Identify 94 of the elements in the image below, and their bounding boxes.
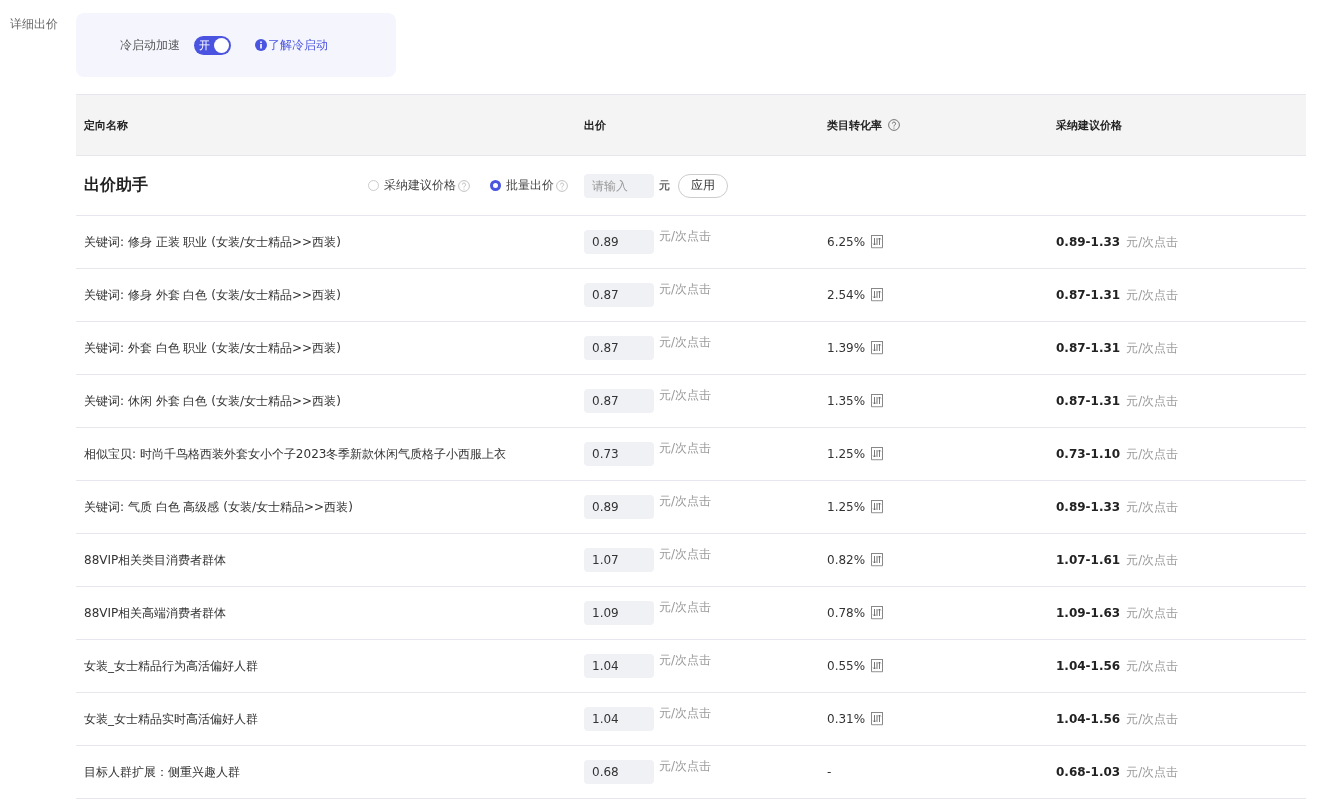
trend-chart-icon[interactable] <box>871 606 884 620</box>
trend-chart-icon[interactable] <box>871 712 884 726</box>
bid-unit: 元/次点击 <box>659 652 712 669</box>
price-unit: 元/次点击 <box>1126 233 1179 251</box>
help-icon <box>458 179 470 192</box>
bid-input[interactable]: 0.89 <box>584 495 654 519</box>
target-name: 关键词: 休闲 外套 白色 (女装/女士精品>>西装) <box>84 392 341 410</box>
bid-unit: 元/次点击 <box>659 599 712 616</box>
bid-input[interactable]: 0.73 <box>584 442 654 466</box>
price-unit: 元/次点击 <box>1126 710 1179 728</box>
unit-label: 元 <box>659 178 670 193</box>
info-icon <box>255 39 267 51</box>
section-label: 详细出价 <box>10 16 59 33</box>
conversion-rate: 1.25% <box>827 500 866 514</box>
bid-unit: 元/次点击 <box>659 387 712 404</box>
column-header: 类目转化率 <box>827 117 882 133</box>
trend-chart-icon[interactable] <box>871 447 884 461</box>
column-header: 出价 <box>584 117 606 133</box>
conversion-rate: 1.25% <box>827 447 866 461</box>
suggested-price: 0.87-1.31 <box>1056 341 1121 355</box>
conversion-rate: 0.82% <box>827 553 866 567</box>
trend-chart-icon[interactable] <box>871 288 884 302</box>
bid-unit: 元/次点击 <box>659 758 712 775</box>
apply-button[interactable]: 应用 <box>678 173 728 198</box>
suggested-price: 0.68-1.03 <box>1056 765 1121 779</box>
price-unit: 元/次点击 <box>1126 498 1179 516</box>
column-header: 采纳建议价格 <box>1056 117 1122 133</box>
price-unit: 元/次点击 <box>1126 392 1179 410</box>
price-unit: 元/次点击 <box>1126 763 1179 781</box>
target-name: 88VIP相关高端消费者群体 <box>84 604 227 622</box>
cold-start-toggle[interactable]: 开 <box>194 35 231 55</box>
suggested-price: 0.89-1.33 <box>1056 235 1121 249</box>
conversion-rate: - <box>827 765 832 779</box>
bid-assistant-title: 出价助手 <box>84 175 149 196</box>
learn-cold-start-link[interactable]: 了解冷启动 <box>268 36 328 54</box>
bid-unit: 元/次点击 <box>659 334 712 351</box>
suggested-price: 1.04-1.56 <box>1056 659 1121 673</box>
price-unit: 元/次点击 <box>1126 445 1179 463</box>
price-unit: 元/次点击 <box>1126 657 1179 675</box>
bid-unit: 元/次点击 <box>659 705 712 722</box>
conversion-rate: 6.25% <box>827 235 866 249</box>
help-icon <box>888 119 900 131</box>
trend-chart-icon[interactable] <box>871 394 884 408</box>
column-header: 定向名称 <box>84 117 128 133</box>
bid-input[interactable]: 1.07 <box>584 548 654 572</box>
suggested-price: 1.09-1.63 <box>1056 606 1121 620</box>
cold-start-label: 冷启动加速 <box>120 36 180 54</box>
conversion-rate: 0.78% <box>827 606 866 620</box>
target-name: 女装_女士精品行为高活偏好人群 <box>84 657 258 675</box>
suggested-price: 0.89-1.33 <box>1056 500 1121 514</box>
suggested-price: 0.87-1.31 <box>1056 288 1121 302</box>
trend-chart-icon[interactable] <box>871 341 884 355</box>
target-name: 关键词: 外套 白色 职业 (女装/女士精品>>西装) <box>84 339 341 357</box>
conversion-rate: 2.54% <box>827 288 866 302</box>
trend-chart-icon[interactable] <box>871 235 884 249</box>
trend-chart-icon[interactable] <box>871 500 884 514</box>
bid-unit: 元/次点击 <box>659 228 712 245</box>
bid-input[interactable]: 0.68 <box>584 760 654 784</box>
conversion-rate: 1.39% <box>827 341 866 355</box>
bid-input[interactable]: 0.89 <box>584 230 654 254</box>
trend-chart-icon[interactable] <box>871 659 884 673</box>
target-name: 目标人群扩展：侧重兴趣人群 <box>84 763 240 781</box>
bid-input[interactable]: 0.87 <box>584 336 654 360</box>
bid-unit: 元/次点击 <box>659 493 712 510</box>
bid-unit: 元/次点击 <box>659 440 712 457</box>
radio-option[interactable]: 批量出价 <box>490 177 554 194</box>
price-unit: 元/次点击 <box>1126 339 1179 357</box>
suggested-price: 0.73-1.10 <box>1056 447 1121 461</box>
suggested-price: 1.04-1.56 <box>1056 712 1121 726</box>
suggested-price: 0.87-1.31 <box>1056 394 1121 408</box>
bid-input[interactable]: 1.04 <box>584 654 654 678</box>
target-name: 相似宝贝: 时尚千鸟格西装外套女小个子2023冬季新款休闲气质格子小西服上衣 <box>84 445 507 463</box>
conversion-rate: 0.31% <box>827 712 866 726</box>
price-unit: 元/次点击 <box>1126 551 1179 569</box>
batch-bid-input[interactable]: 请输入 <box>584 173 654 198</box>
target-name: 88VIP相关类目消费者群体 <box>84 551 227 569</box>
conversion-rate: 0.55% <box>827 659 866 673</box>
price-unit: 元/次点击 <box>1126 604 1179 622</box>
trend-chart-icon[interactable] <box>871 553 884 567</box>
radio-option[interactable]: 采纳建议价格 <box>368 177 456 194</box>
target-name: 关键词: 修身 正装 职业 (女装/女士精品>>西装) <box>84 233 341 251</box>
target-name: 关键词: 修身 外套 白色 (女装/女士精品>>西装) <box>84 286 341 304</box>
conversion-rate: 1.35% <box>827 394 866 408</box>
target-name: 关键词: 气质 白色 高级感 (女装/女士精品>>西装) <box>84 498 353 516</box>
bid-input[interactable]: 1.09 <box>584 601 654 625</box>
bid-unit: 元/次点击 <box>659 546 712 563</box>
price-unit: 元/次点击 <box>1126 286 1179 304</box>
bid-unit: 元/次点击 <box>659 281 712 298</box>
suggested-price: 1.07-1.61 <box>1056 553 1121 567</box>
bid-input[interactable]: 1.04 <box>584 707 654 731</box>
target-name: 女装_女士精品实时高活偏好人群 <box>84 710 258 728</box>
bid-input[interactable]: 0.87 <box>584 389 654 413</box>
bid-input[interactable]: 0.87 <box>584 283 654 307</box>
help-icon <box>556 179 568 192</box>
